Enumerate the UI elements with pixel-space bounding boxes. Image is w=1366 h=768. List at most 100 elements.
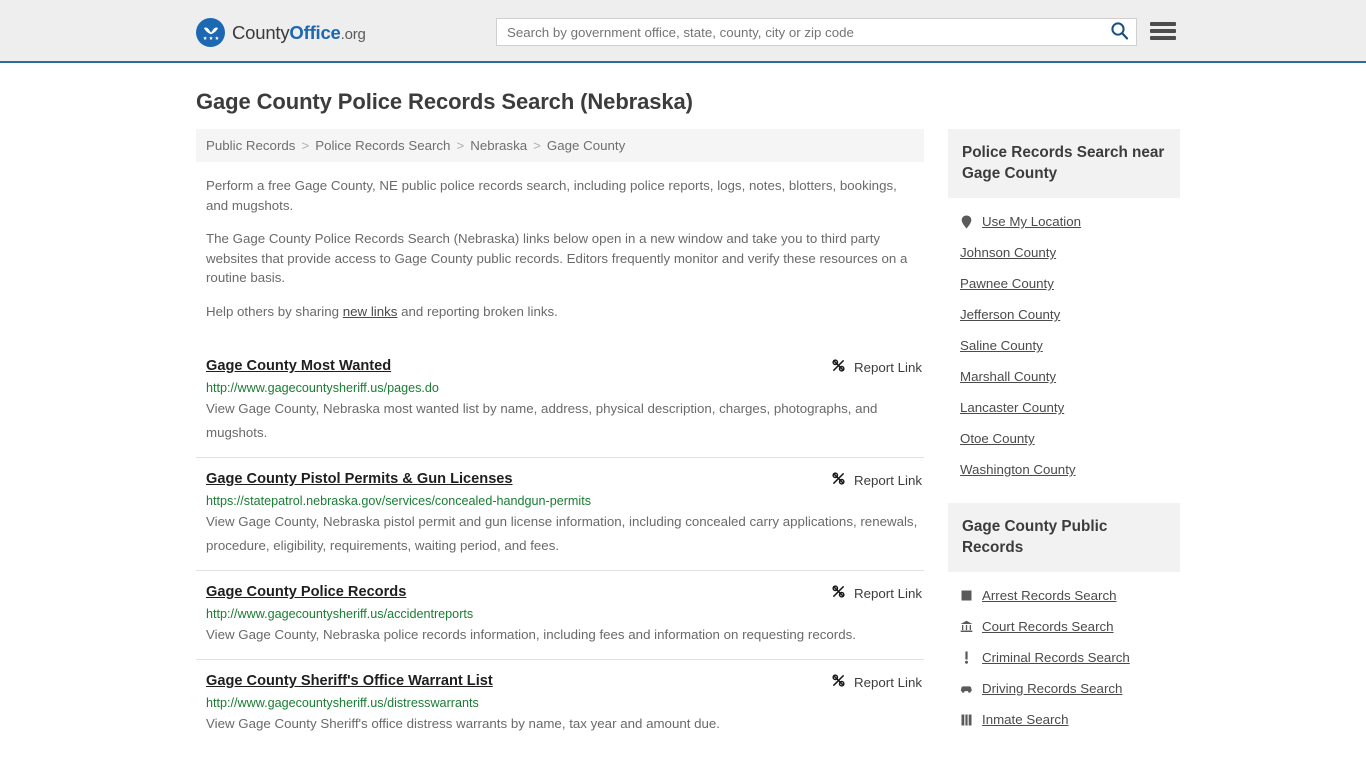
sidebar-item-johnson-county[interactable]: Johnson County xyxy=(948,237,1180,268)
brand-org: .org xyxy=(340,25,366,43)
results-list: Gage County Most Wanted Report Link http… xyxy=(196,345,924,748)
sidebar: Police Records Search near Gage County U… xyxy=(948,129,1180,735)
breadcrumb-item-public-records[interactable]: Public Records xyxy=(206,138,295,153)
courthouse-icon xyxy=(960,620,973,633)
sidebar-item-use-my-location[interactable]: Use My Location xyxy=(948,206,1180,237)
sidebar-item-arrest-records-search[interactable]: Arrest Records Search xyxy=(948,580,1180,611)
menu-bar-2 xyxy=(1150,29,1176,33)
result-title-link[interactable]: Gage County Pistol Permits & Gun License… xyxy=(206,471,513,487)
broken-link-icon xyxy=(831,471,846,489)
site-header: CountyOffice.org xyxy=(0,0,1366,63)
search-icon xyxy=(1110,21,1129,43)
sidebar-link-label[interactable]: Saline County xyxy=(960,338,1043,353)
sidebar-item-court-records-search[interactable]: Court Records Search xyxy=(948,611,1180,642)
sidebar-public-records-box: Gage County Public Records Arrest Record… xyxy=(948,503,1180,735)
intro-paragraph-3: Help others by sharing new links and rep… xyxy=(206,302,921,322)
broken-link-icon xyxy=(831,584,846,602)
sidebar-item-otoe-county[interactable]: Otoe County xyxy=(948,423,1180,454)
map-pin-icon xyxy=(960,215,973,229)
intro-paragraph-1: Perform a free Gage County, NE public po… xyxy=(206,178,897,213)
breadcrumb: Public Records > Police Records Search >… xyxy=(196,129,924,162)
breadcrumb-separator: > xyxy=(533,138,541,153)
square-icon xyxy=(960,590,973,601)
result-url[interactable]: http://www.gagecountysheriff.us/pages.do xyxy=(206,381,924,395)
car-icon xyxy=(960,683,973,694)
hamburger-menu-icon[interactable] xyxy=(1150,19,1176,43)
broken-link-icon xyxy=(831,673,846,691)
breadcrumb-item-police-records-search[interactable]: Police Records Search xyxy=(315,138,450,153)
brand-county: County xyxy=(232,21,290,43)
new-links-link[interactable]: new links xyxy=(343,304,398,319)
breadcrumb-separator: > xyxy=(456,138,465,153)
result-item: Gage County Pistol Permits & Gun License… xyxy=(196,457,924,570)
sidebar-item-marshall-county[interactable]: Marshall County xyxy=(948,361,1180,392)
sidebar-link-label[interactable]: Marshall County xyxy=(960,369,1056,384)
search-input[interactable] xyxy=(497,19,1102,45)
result-description: View Gage County, Nebraska most wanted l… xyxy=(206,401,878,440)
result-title-link[interactable]: Gage County Most Wanted xyxy=(206,358,391,374)
sidebar-item-driving-records-search[interactable]: Driving Records Search xyxy=(948,673,1180,704)
sidebar-link-label[interactable]: Johnson County xyxy=(960,245,1056,260)
sidebar-item-jefferson-county[interactable]: Jefferson County xyxy=(948,299,1180,330)
sidebar-item-inmate-search[interactable]: Inmate Search xyxy=(948,704,1180,735)
result-header: Gage County Pistol Permits & Gun License… xyxy=(206,471,924,489)
sidebar-item-lancaster-county[interactable]: Lancaster County xyxy=(948,392,1180,423)
breadcrumb-item-gage-county[interactable]: Gage County xyxy=(547,138,625,153)
sidebar-item-washington-county[interactable]: Washington County xyxy=(948,454,1180,485)
sidebar-nearby-heading: Police Records Search near Gage County xyxy=(948,129,1180,198)
sidebar-public-records-heading: Gage County Public Records xyxy=(948,503,1180,572)
menu-bar-1 xyxy=(1150,22,1176,26)
site-logo-text: CountyOffice.org xyxy=(232,22,366,44)
sidebar-link-label[interactable]: Driving Records Search xyxy=(982,681,1122,696)
breadcrumb-item-nebraska[interactable]: Nebraska xyxy=(470,138,527,153)
intro-p3-before: Help others by sharing xyxy=(206,303,343,319)
sidebar-link-label[interactable]: Lancaster County xyxy=(960,400,1064,415)
sidebar-link-label[interactable]: Use My Location xyxy=(982,214,1081,229)
report-link-button[interactable]: Report Link xyxy=(831,471,924,489)
report-link-label: Report Link xyxy=(854,585,922,601)
site-logo[interactable]: CountyOffice.org xyxy=(196,18,366,47)
result-title-link[interactable]: Gage County Sheriff's Office Warrant Lis… xyxy=(206,673,493,689)
sidebar-link-label[interactable]: Inmate Search xyxy=(982,712,1068,727)
broken-link-icon xyxy=(831,358,846,376)
result-url[interactable]: https://statepatrol.nebraska.gov/service… xyxy=(206,494,924,508)
report-link-button[interactable]: Report Link xyxy=(831,358,924,376)
result-description: View Gage County Sheriff's office distre… xyxy=(206,716,721,731)
page-container: Gage County Police Records Search (Nebra… xyxy=(0,89,1366,748)
search-bar[interactable] xyxy=(496,18,1137,46)
main-content: Public Records > Police Records Search >… xyxy=(196,129,924,748)
sidebar-item-pawnee-county[interactable]: Pawnee County xyxy=(948,268,1180,299)
result-header: Gage County Most Wanted Report Link xyxy=(206,358,924,376)
sidebar-link-label[interactable]: Otoe County xyxy=(960,431,1035,446)
report-link-button[interactable]: Report Link xyxy=(831,673,924,691)
page-title: Gage County Police Records Search (Nebra… xyxy=(196,89,693,114)
search-button[interactable] xyxy=(1102,19,1136,45)
intro-text: Perform a free Gage County, NE public po… xyxy=(196,176,924,321)
sidebar-link-label[interactable]: Washington County xyxy=(960,462,1076,477)
sidebar-item-criminal-records-search[interactable]: Criminal Records Search xyxy=(948,642,1180,673)
sidebar-item-saline-county[interactable]: Saline County xyxy=(948,330,1180,361)
result-title-link[interactable]: Gage County Police Records xyxy=(206,584,406,600)
result-header: Gage County Sheriff's Office Warrant Lis… xyxy=(206,673,924,691)
report-link-button[interactable]: Report Link xyxy=(831,584,924,602)
sidebar-link-label[interactable]: Jefferson County xyxy=(960,307,1060,322)
result-url[interactable]: http://www.gagecountysheriff.us/accident… xyxy=(206,607,924,621)
breadcrumb-separator: > xyxy=(301,138,310,153)
sidebar-link-label[interactable]: Criminal Records Search xyxy=(982,650,1130,665)
report-link-label: Report Link xyxy=(854,674,922,690)
jail-icon xyxy=(960,714,973,726)
sidebar-public-records-list: Arrest Records Search Court Records Sear… xyxy=(948,572,1180,735)
result-description: View Gage County, Nebraska pistol permit… xyxy=(206,514,918,553)
result-header: Gage County Police Records Report Link xyxy=(206,584,924,602)
result-item: Gage County Sheriff's Office Warrant Lis… xyxy=(196,659,924,748)
sidebar-nearby-list: Use My Location Johnson County Pawnee Co… xyxy=(948,198,1180,485)
sidebar-link-label[interactable]: Court Records Search xyxy=(982,619,1114,634)
result-url[interactable]: http://www.gagecountysheriff.us/distress… xyxy=(206,696,924,710)
exclamation-icon xyxy=(960,651,973,664)
menu-bar-3 xyxy=(1150,36,1176,40)
sidebar-link-label[interactable]: Arrest Records Search xyxy=(982,588,1117,603)
report-link-label: Report Link xyxy=(854,359,922,375)
result-item: Gage County Most Wanted Report Link http… xyxy=(196,345,924,457)
sidebar-link-label[interactable]: Pawnee County xyxy=(960,276,1054,291)
brand-office: Office xyxy=(289,21,341,43)
